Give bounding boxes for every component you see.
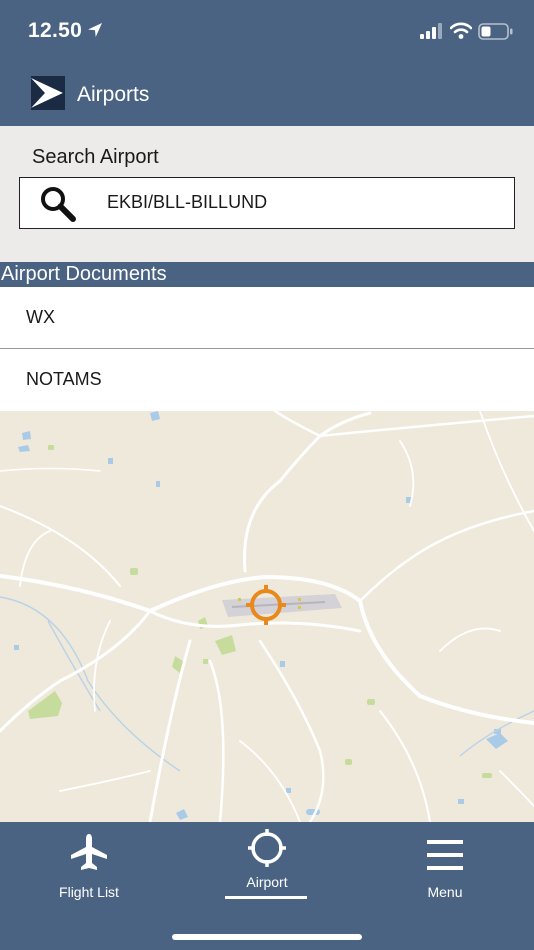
tab-label: Flight List xyxy=(59,884,119,900)
search-icon xyxy=(41,187,76,222)
selected-tab-indicator xyxy=(225,896,307,899)
status-bar: 12.50 xyxy=(0,0,534,64)
map-canvas xyxy=(0,411,534,822)
airplane-icon xyxy=(71,834,107,870)
nav-bar: Airports xyxy=(0,64,534,126)
document-item-notams[interactable]: NOTAMS xyxy=(0,349,534,411)
search-value: EKBI/BLL-BILLUND xyxy=(107,192,268,212)
location-arrow-icon xyxy=(88,23,102,37)
tab-airport[interactable]: Airport xyxy=(178,822,356,922)
tab-bar: Flight List Airport Menu xyxy=(0,822,534,950)
tab-flight-list[interactable]: Flight List xyxy=(0,822,178,922)
document-item-label: WX xyxy=(26,307,55,327)
app-logo-icon xyxy=(31,76,65,110)
airport-map[interactable] xyxy=(0,411,534,822)
search-label: Search Airport xyxy=(32,146,159,168)
status-time: 12.50 xyxy=(28,19,83,42)
tab-label: Airport xyxy=(246,874,288,890)
search-input[interactable]: EKBI/BLL-BILLUND xyxy=(19,177,515,229)
search-area: Search Airport EKBI/BLL-BILLUND xyxy=(0,126,534,262)
tab-menu[interactable]: Menu xyxy=(356,822,534,922)
document-item-wx[interactable]: WX xyxy=(0,287,534,349)
home-indicator[interactable] xyxy=(172,934,362,940)
tab-label: Menu xyxy=(427,884,463,900)
section-header: Airport Documents xyxy=(0,262,534,287)
battery-icon xyxy=(478,23,513,40)
document-item-label: NOTAMS xyxy=(26,369,102,389)
wifi-icon xyxy=(450,22,472,39)
cellular-signal-icon xyxy=(420,23,442,39)
page-title: Airports xyxy=(77,83,150,106)
hamburger-menu-icon xyxy=(427,840,463,870)
crosshair-icon xyxy=(248,829,286,867)
